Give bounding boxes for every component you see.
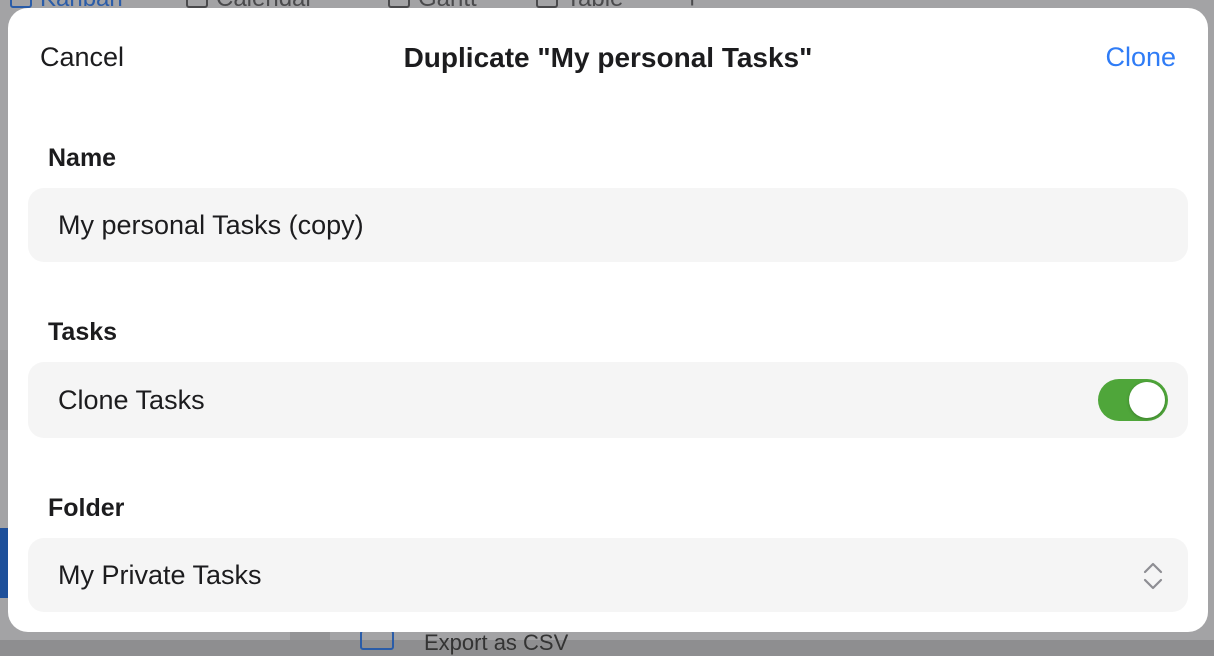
calendar-icon [186, 0, 208, 8]
gantt-icon [388, 0, 410, 8]
bg-sidebar-selected [0, 528, 8, 598]
clone-tasks-toggle[interactable] [1098, 379, 1168, 421]
folder-value: My Private Tasks [58, 559, 262, 590]
bg-export-label: Export as CSV [424, 630, 569, 655]
name-field[interactable] [28, 188, 1188, 262]
name-section-label: Name [48, 144, 117, 172]
toggle-knob [1129, 382, 1165, 418]
chevron-up-down-icon [1143, 562, 1163, 590]
table-icon [536, 0, 558, 8]
tasks-section-label: Tasks [48, 318, 118, 346]
bg-sidebar-strip [0, 350, 8, 430]
clone-tasks-row: Clone Tasks [28, 362, 1188, 438]
name-input[interactable] [58, 209, 1158, 241]
folder-section-label: Folder [48, 494, 125, 522]
bg-export-row: Export as CSV [360, 630, 568, 656]
folder-select[interactable]: My Private Tasks [28, 538, 1188, 612]
kanban-icon [10, 0, 32, 8]
dialog-header: Cancel Duplicate "My personal Tasks" Clo… [8, 8, 1208, 108]
clone-button[interactable]: Clone [1105, 42, 1176, 73]
export-icon [360, 630, 394, 650]
clone-tasks-label: Clone Tasks [58, 384, 205, 415]
duplicate-project-dialog: Cancel Duplicate "My personal Tasks" Clo… [8, 8, 1208, 632]
dialog-title: Duplicate "My personal Tasks" [403, 42, 813, 73]
